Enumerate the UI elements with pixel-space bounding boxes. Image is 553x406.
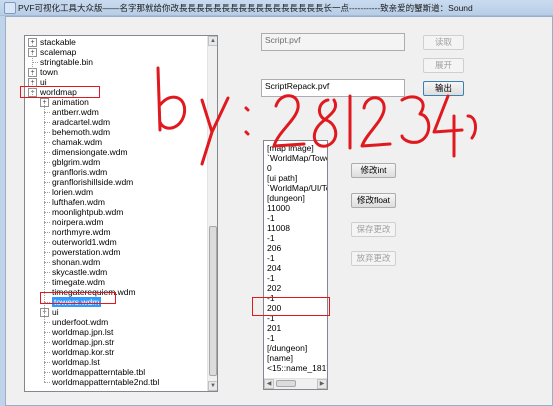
tree-guide-line bbox=[32, 45, 33, 95]
content-line: 200 bbox=[267, 303, 282, 313]
title-bar: PVF可视化工具大众版——名字那就给你改長長長長長長長長長長長長長長長長長长一点… bbox=[0, 0, 553, 16]
modify-float-button[interactable]: 修改float bbox=[351, 193, 396, 208]
window-title: PVF可视化工具大众版——名字那就给你改長長長長長長長長長長長長長長長長長长一点… bbox=[18, 3, 473, 13]
content-line: -1 bbox=[267, 233, 275, 243]
scroll-right-button[interactable]: ▶ bbox=[317, 379, 327, 389]
tree-item[interactable]: noirpera.wdm bbox=[52, 217, 104, 227]
tree-item[interactable]: dimensiongate.wdm bbox=[52, 147, 128, 157]
tree-item[interactable]: worldmap bbox=[40, 87, 77, 97]
scroll-left-button[interactable]: ◀ bbox=[264, 379, 274, 389]
tree-item[interactable]: outerworld1.wdm bbox=[52, 237, 117, 247]
tree-item[interactable]: worldmap.jpn.str bbox=[52, 337, 114, 347]
tree-item[interactable]: worldmap.lst bbox=[52, 357, 100, 367]
read-button[interactable]: 读取 bbox=[423, 35, 464, 50]
content-horizontal-scrollbar[interactable]: ◀ ▶ bbox=[264, 378, 327, 389]
content-line: [dungeon] bbox=[267, 193, 305, 203]
content-line: -1 bbox=[267, 273, 275, 283]
horizontal-scroll-thumb[interactable] bbox=[276, 380, 296, 387]
tree-item[interactable]: behemoth.wdm bbox=[52, 127, 110, 137]
content-line: -1 bbox=[267, 313, 275, 323]
content-line: -1 bbox=[267, 293, 275, 303]
content-line: -1 bbox=[267, 333, 275, 343]
content-line: 201 bbox=[267, 323, 282, 333]
tree-item[interactable]: gblgrim.wdm bbox=[52, 157, 100, 167]
tree-item[interactable]: worldmappatterntable2nd.tbl bbox=[52, 377, 159, 387]
tree-item[interactable]: scalemap bbox=[40, 47, 76, 57]
tree-item[interactable]: powerstation.wdm bbox=[52, 247, 121, 257]
scroll-down-button[interactable]: ▼ bbox=[208, 381, 217, 391]
handwritten-annotation bbox=[156, 66, 477, 166]
tree-item[interactable]: ui bbox=[52, 307, 59, 317]
save-changes-button[interactable]: 保存更改 bbox=[351, 222, 396, 237]
content-line: `WorldMap/UI/To bbox=[267, 183, 328, 193]
tree-item[interactable]: lufthafen.wdm bbox=[52, 197, 105, 207]
tree-item[interactable]: towers.wdm bbox=[52, 297, 102, 307]
content-line: -1 bbox=[267, 213, 275, 223]
script-pvf-field[interactable]: Script.pvf bbox=[261, 33, 405, 51]
tree-item[interactable]: town bbox=[40, 67, 58, 77]
content-line: -1 bbox=[267, 253, 275, 263]
tree-guide-line bbox=[44, 102, 45, 382]
tree-item[interactable]: northmyre.wdm bbox=[52, 227, 111, 237]
tree-item[interactable]: lorien.wdm bbox=[52, 187, 93, 197]
discard-changes-button[interactable]: 放弃更改 bbox=[351, 251, 396, 266]
content-line: [name] bbox=[267, 353, 293, 363]
tree-item[interactable]: timegate.wdm bbox=[52, 277, 105, 287]
tree-item[interactable]: worldmappatterntable.tbl bbox=[52, 367, 145, 377]
tree-item[interactable]: ui bbox=[40, 77, 47, 87]
tree-item[interactable]: timegaterequiem.wdm bbox=[52, 287, 136, 297]
tree-item[interactable]: stackable bbox=[40, 37, 76, 47]
tree-item[interactable]: underfoot.wdm bbox=[52, 317, 108, 327]
tree-item[interactable]: worldmap.kor.str bbox=[52, 347, 114, 357]
tree-item[interactable]: moonlightpub.wdm bbox=[52, 207, 123, 217]
content-line: <15::name_1817 bbox=[267, 363, 328, 373]
tree-item[interactable]: granflorishillside.wdm bbox=[52, 177, 133, 187]
app-icon bbox=[4, 2, 16, 14]
content-line: 204 bbox=[267, 263, 282, 273]
tree-item[interactable]: shonan.wdm bbox=[52, 257, 100, 267]
scroll-up-button[interactable]: ▲ bbox=[208, 36, 217, 46]
tree-item[interactable]: skycastle.wdm bbox=[52, 267, 107, 277]
content-line: 11000 bbox=[267, 203, 291, 213]
content-line: 206 bbox=[267, 243, 282, 253]
tree-item[interactable]: antberr.wdm bbox=[52, 107, 99, 117]
content-line: 11008 bbox=[267, 223, 291, 233]
tree-connector bbox=[44, 382, 50, 383]
content-line: [/dungeon] bbox=[267, 343, 308, 353]
tree-item[interactable]: chamak.wdm bbox=[52, 137, 102, 147]
tree-item[interactable]: stringtable.bin bbox=[40, 57, 93, 67]
tree-item[interactable]: granfloris.wdm bbox=[52, 167, 107, 177]
content-line: 202 bbox=[267, 283, 282, 293]
tree-item[interactable]: aradcartel.wdm bbox=[52, 117, 110, 127]
tree-item[interactable]: animation bbox=[52, 97, 89, 107]
tree-item[interactable]: worldmap.jpn.lst bbox=[52, 327, 113, 337]
scroll-thumb[interactable] bbox=[209, 226, 217, 376]
